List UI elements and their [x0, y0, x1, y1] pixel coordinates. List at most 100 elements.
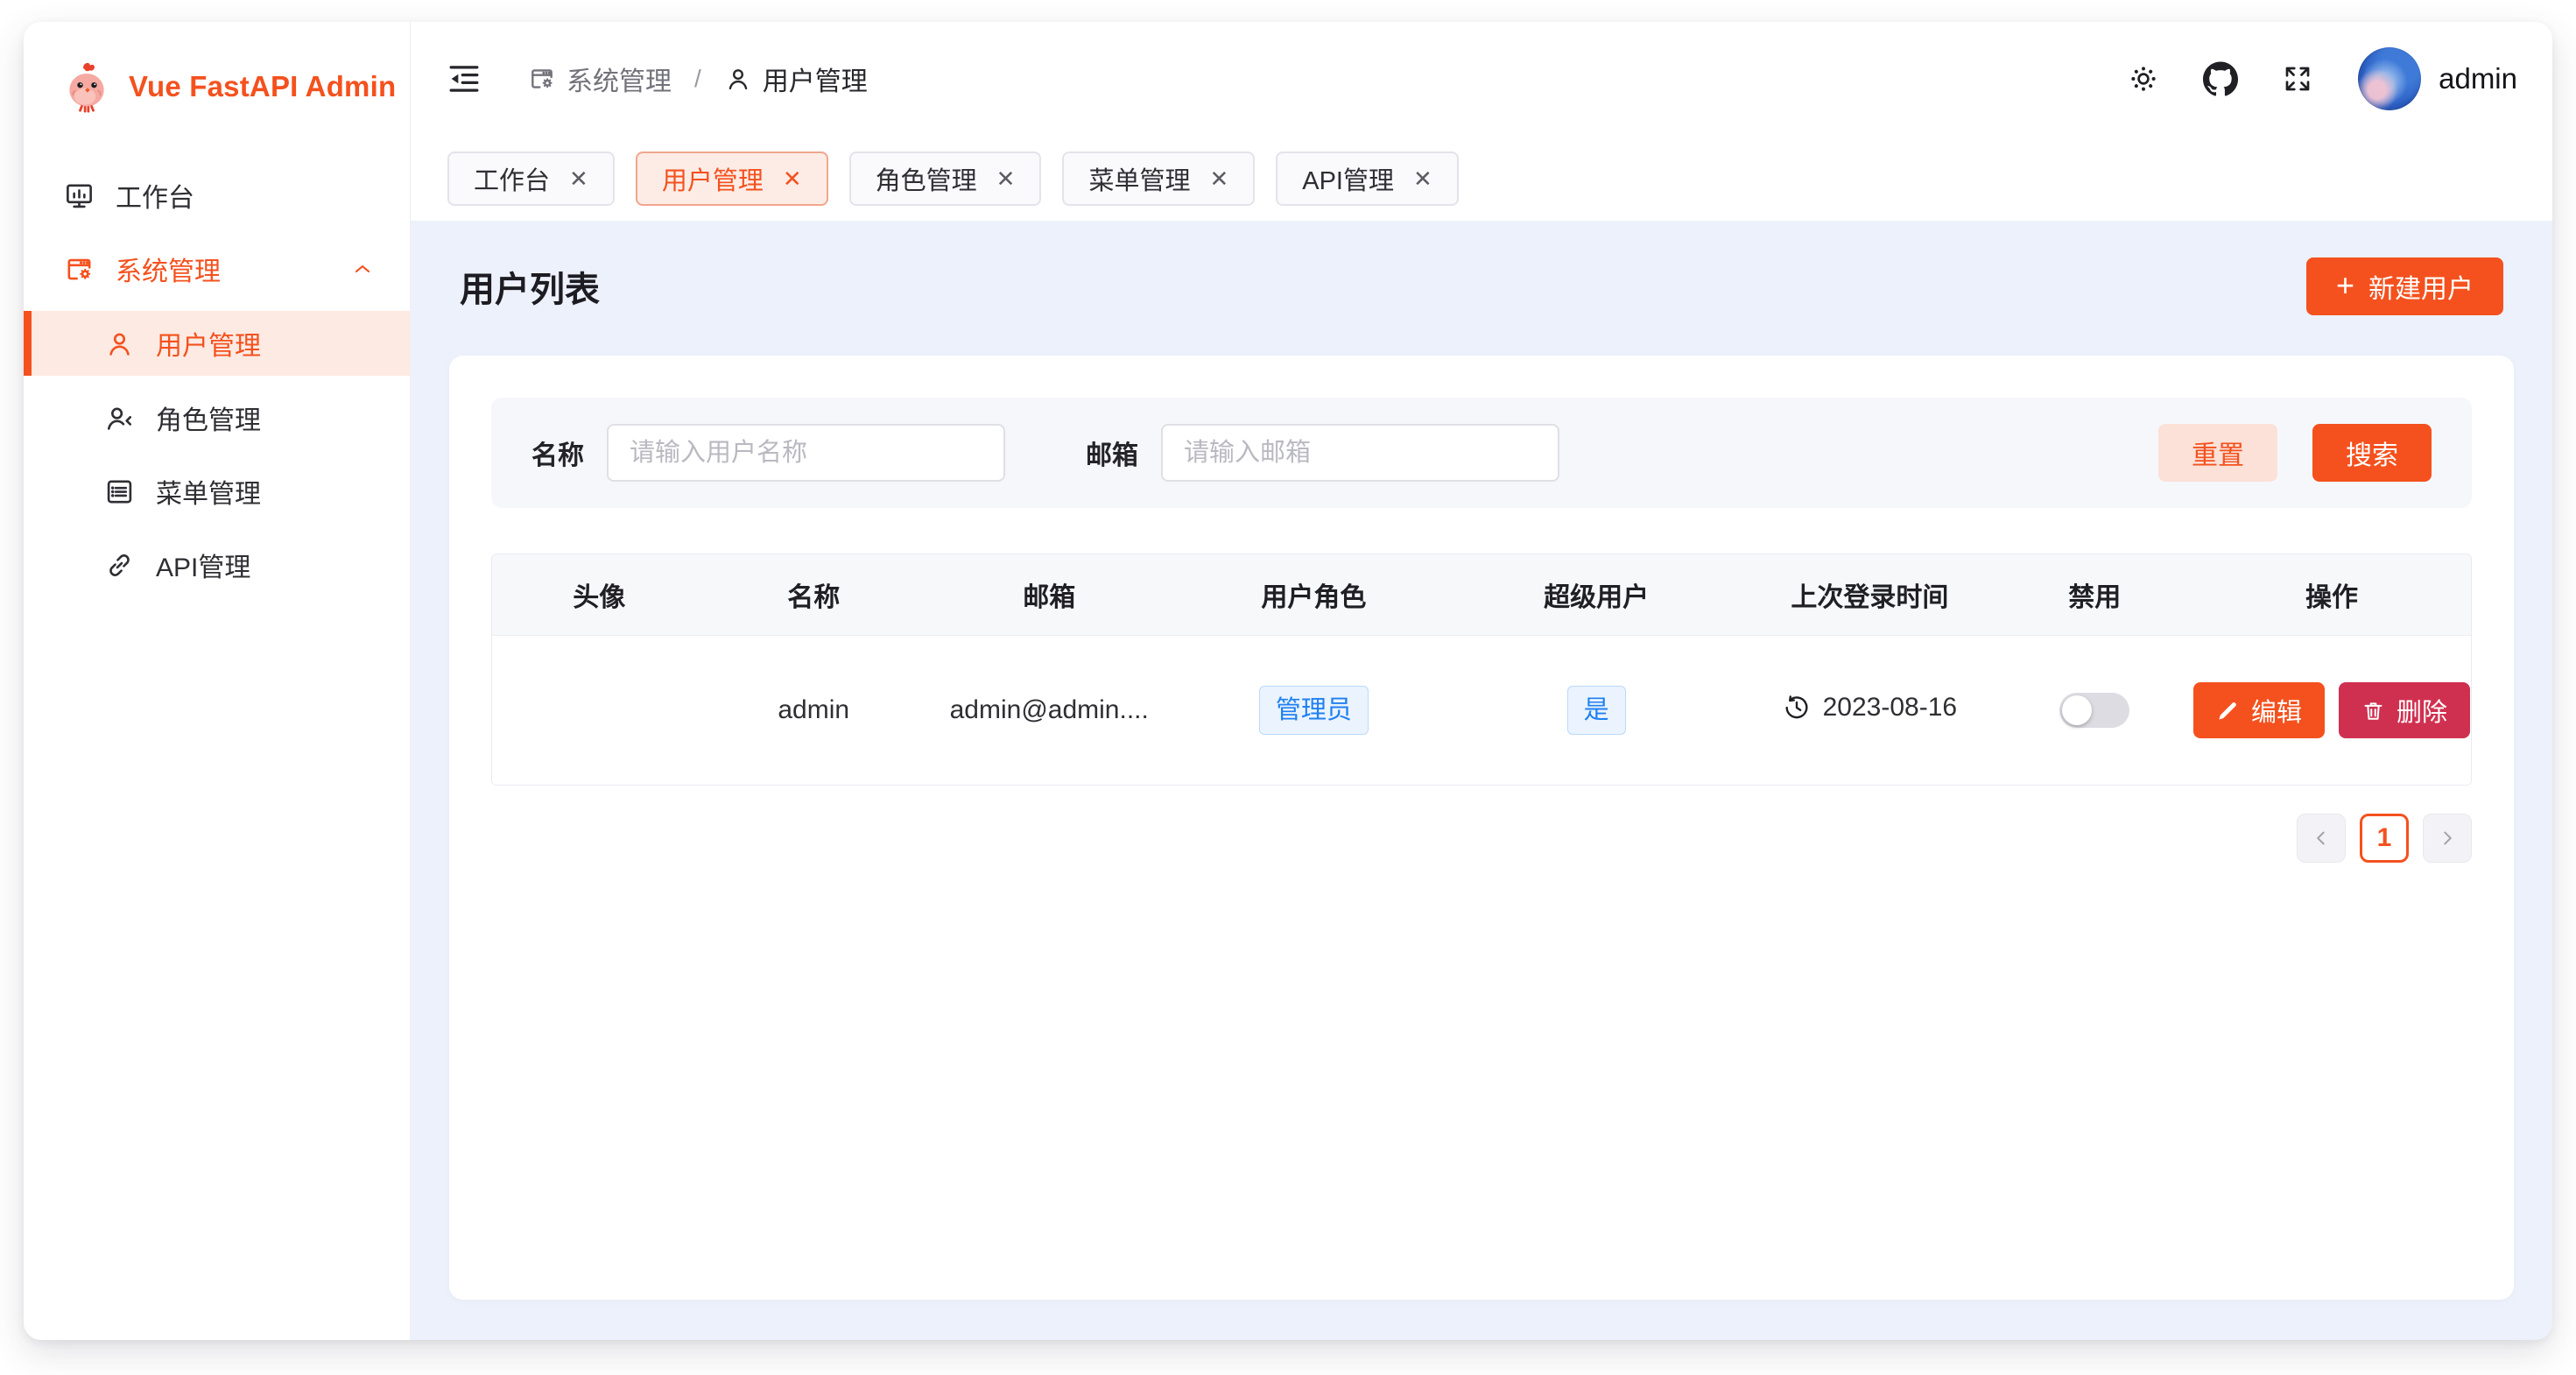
new-user-button-label: 新建用户	[2368, 267, 2474, 306]
user-table: 头像 名称 邮箱 用户角色 超级用户 上次登录时间 禁用 操作	[491, 554, 2472, 786]
app-title: Vue FastAPI Admin	[129, 70, 396, 103]
sidebar-item-label: 菜单管理	[156, 472, 261, 511]
user-icon	[104, 328, 135, 359]
tab-workbench[interactable]: 工作台 ✕	[447, 152, 615, 206]
close-icon[interactable]: ✕	[1413, 167, 1432, 190]
sidebar-item-api-management[interactable]: API管理	[24, 538, 410, 592]
chevron-right-icon	[2436, 827, 2459, 850]
edit-button[interactable]: 编辑	[2193, 682, 2325, 738]
tab-bar: 工作台 ✕ 用户管理 ✕ 角色管理 ✕ 菜单管理 ✕ API管理 ✕	[411, 136, 2552, 221]
fullscreen-button[interactable]	[2279, 60, 2316, 97]
github-link-button[interactable]	[2202, 60, 2239, 97]
sidebar-group-system[interactable]: 系统管理	[24, 242, 410, 296]
system-settings-icon	[64, 254, 95, 285]
delete-button[interactable]: 删除	[2339, 682, 2470, 738]
new-user-button[interactable]: + 新建用户	[2306, 257, 2503, 315]
col-header-name: 名称	[706, 554, 920, 636]
close-icon[interactable]: ✕	[783, 167, 802, 190]
sidebar-item-user-management[interactable]: 用户管理	[24, 311, 410, 376]
menu-fold-icon	[446, 60, 482, 97]
next-page-button[interactable]	[2423, 814, 2472, 863]
search-button[interactable]: 搜索	[2312, 424, 2432, 482]
sidebar-collapse-button[interactable]	[446, 60, 482, 97]
username-label: admin	[2439, 62, 2517, 95]
content-area: 用户列表 + 新建用户 名称 邮箱 重置 搜索	[411, 221, 2552, 1340]
breadcrumb-system[interactable]: 系统管理	[528, 60, 672, 98]
sidebar-item-role-management[interactable]: 角色管理	[24, 391, 410, 445]
col-header-avatar: 头像	[492, 554, 706, 636]
chick-logo-icon	[60, 60, 113, 113]
col-header-last-login: 上次登录时间	[1742, 554, 1997, 636]
breadcrumb-user[interactable]: 用户管理	[724, 60, 868, 98]
cell-disabled	[1997, 636, 2192, 786]
tab-role-management[interactable]: 角色管理 ✕	[849, 152, 1042, 206]
main-column: 系统管理 / 用户管理	[411, 22, 2552, 1340]
logo[interactable]: Vue FastAPI Admin	[24, 22, 410, 113]
pagination: 1	[491, 814, 2472, 863]
expand-icon	[2282, 63, 2313, 95]
last-login-value: 2023-08-16	[1823, 693, 1957, 723]
cell-last-login: 2023-08-16	[1742, 636, 1997, 786]
chevron-up-icon	[350, 257, 375, 281]
tab-user-management[interactable]: 用户管理 ✕	[636, 152, 828, 206]
cell-actions: 编辑 删除	[2192, 636, 2471, 786]
filter-bar: 名称 邮箱 重置 搜索	[491, 398, 2472, 508]
prev-page-button[interactable]	[2297, 814, 2346, 863]
sidebar-item-label: 工作台	[116, 176, 194, 215]
breadcrumb-separator: /	[691, 65, 705, 93]
col-header-superuser: 超级用户	[1450, 554, 1742, 636]
cell-email: admin@admin....	[921, 636, 1178, 786]
user-role-icon	[104, 403, 135, 434]
tab-menu-management[interactable]: 菜单管理 ✕	[1062, 152, 1255, 206]
email-filter-input[interactable]	[1161, 424, 1559, 482]
page-head: 用户列表 + 新建用户	[449, 221, 2514, 317]
close-icon[interactable]: ✕	[569, 167, 588, 190]
sidebar: Vue FastAPI Admin 工作台 系统管理	[24, 22, 411, 1340]
reset-button[interactable]: 重置	[2158, 424, 2277, 482]
theme-toggle-button[interactable]	[2125, 60, 2162, 97]
sidebar-item-menu-management[interactable]: 菜单管理	[24, 464, 410, 518]
tab-label: 工作台	[474, 160, 550, 197]
user-list-card: 名称 邮箱 重置 搜索	[449, 356, 2514, 1300]
app-window: Vue FastAPI Admin 工作台 系统管理	[24, 22, 2552, 1340]
col-header-actions: 操作	[2192, 554, 2471, 636]
close-icon[interactable]: ✕	[1209, 167, 1228, 190]
plus-icon: +	[2336, 270, 2354, 301]
sidebar-item-workbench[interactable]: 工作台	[24, 168, 410, 222]
table-row: admin admin@admin.... 管理员 是	[492, 636, 2471, 786]
page-title: 用户列表	[460, 261, 600, 312]
sidebar-item-label: 角色管理	[156, 398, 261, 437]
user-avatar[interactable]	[2358, 47, 2421, 110]
name-filter-label: 名称	[531, 434, 584, 472]
tab-api-management[interactable]: API管理 ✕	[1276, 152, 1459, 206]
disabled-toggle[interactable]	[2059, 693, 2129, 728]
api-link-icon	[104, 550, 135, 581]
tab-label: 角色管理	[876, 160, 977, 197]
email-filter-label: 邮箱	[1086, 434, 1138, 472]
github-icon	[2203, 61, 2238, 96]
superuser-tag: 是	[1567, 686, 1626, 736]
sidebar-item-label: 用户管理	[156, 324, 261, 363]
sidebar-group-label: 系统管理	[116, 250, 221, 288]
page-number-current[interactable]: 1	[2360, 814, 2409, 863]
user-icon	[724, 65, 752, 93]
tab-label: 菜单管理	[1088, 160, 1190, 197]
close-icon[interactable]: ✕	[996, 167, 1016, 190]
tab-label: API管理	[1302, 160, 1394, 197]
name-filter-input[interactable]	[607, 424, 1005, 482]
cell-name: admin	[706, 636, 920, 786]
col-header-disabled: 禁用	[1997, 554, 2192, 636]
delete-button-label: 删除	[2397, 692, 2447, 729]
cell-superuser: 是	[1450, 636, 1742, 786]
menu-list-icon	[104, 476, 135, 507]
breadcrumb: 系统管理 / 用户管理	[528, 60, 868, 98]
sidebar-item-label: API管理	[156, 546, 250, 584]
role-tag: 管理员	[1259, 686, 1369, 736]
edit-button-label: 编辑	[2251, 692, 2302, 729]
breadcrumb-label: 用户管理	[763, 60, 868, 98]
table-header-row: 头像 名称 邮箱 用户角色 超级用户 上次登录时间 禁用 操作	[492, 554, 2471, 636]
pencil-icon	[2216, 699, 2240, 723]
sidebar-menu: 工作台 系统管理 用户管	[24, 159, 410, 602]
toggle-thumb	[2062, 695, 2092, 725]
cell-role: 管理员	[1178, 636, 1451, 786]
